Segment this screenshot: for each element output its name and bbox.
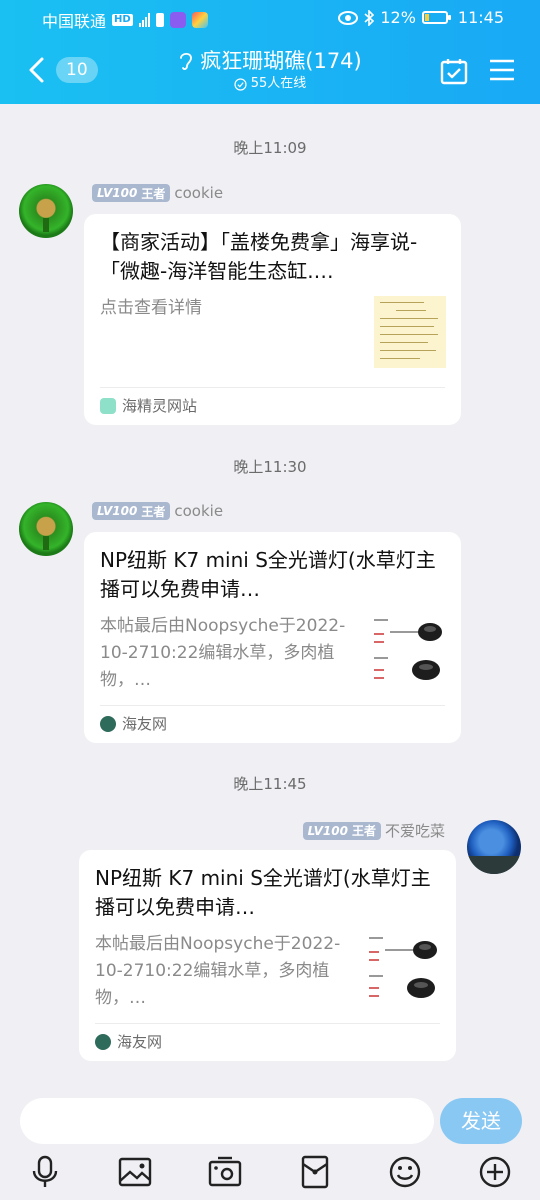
card-title: NP纽斯 K7 mini S全光谱灯(水草灯主播可以免费申请… xyxy=(95,866,431,919)
avatar[interactable] xyxy=(19,502,73,556)
message-timestamp: 晚上11:45 xyxy=(233,775,307,793)
app-notification-icon xyxy=(155,13,164,27)
composer-bar: 发送 xyxy=(0,1088,540,1200)
check-circle-icon xyxy=(234,77,247,91)
chat-header: 中国联通 HD 12% 11:45 10 疯狂珊瑚礁(174) 55人在线 xyxy=(0,0,540,104)
sender-name[interactable]: 不爱吃菜 xyxy=(385,820,445,841)
group-title-area[interactable]: 疯狂珊瑚礁(174) 55人在线 xyxy=(150,48,390,92)
image-icon[interactable] xyxy=(117,1154,153,1190)
battery-icon xyxy=(421,11,451,24)
haiyou-logo-icon xyxy=(100,715,116,732)
unread-count-badge[interactable]: 10 xyxy=(56,57,98,83)
status-bar: 中国联通 HD 12% 11:45 xyxy=(0,0,540,38)
message-timestamp: 晚上11:09 xyxy=(233,139,307,157)
signal-icon xyxy=(138,13,150,27)
level-badge: LV100 王者 xyxy=(92,184,171,202)
message-input[interactable] xyxy=(20,1098,434,1144)
sender-info: LV100 王者 cookie xyxy=(92,184,223,202)
card-divider xyxy=(100,705,445,706)
card-description: 本帖最后由Noopsyche于2022-10-2710:22编辑水草，多肉植物，… xyxy=(95,934,341,1008)
level-label: LV100 xyxy=(307,823,348,838)
source-label: 海精灵网站 xyxy=(122,397,198,415)
emoji-icon[interactable] xyxy=(387,1154,423,1190)
carrier-label: 中国联通 xyxy=(42,12,107,31)
card-description: 点击查看详情 xyxy=(100,298,202,318)
card-source: 海友网 xyxy=(95,1031,162,1052)
level-label: LV100 xyxy=(97,504,138,518)
music-app-icon xyxy=(169,12,186,28)
ear-icon xyxy=(180,52,193,70)
rank-label: 王者 xyxy=(141,504,166,519)
clock: 11:45 xyxy=(457,8,504,27)
card-title: 【商家活动】「盖楼免费拿」海享说-「微趣-海洋智能生态缸.… xyxy=(100,230,418,283)
back-arrow-icon[interactable] xyxy=(26,56,48,84)
sender-name[interactable]: cookie xyxy=(174,502,223,520)
source-label: 海友网 xyxy=(117,1033,163,1051)
avatar[interactable] xyxy=(467,820,521,874)
card-thumbnail xyxy=(365,930,437,1002)
level-badge: LV100 王者 xyxy=(302,821,381,840)
card-divider xyxy=(95,1023,440,1024)
sea-sprite-icon xyxy=(100,397,116,414)
battery-percent: 12% xyxy=(380,8,416,27)
source-label: 海友网 xyxy=(122,715,168,733)
plus-icon[interactable] xyxy=(477,1154,513,1190)
send-button[interactable]: 发送 xyxy=(440,1098,522,1144)
online-count: 55人在线 xyxy=(250,76,307,91)
microphone-icon[interactable] xyxy=(27,1154,63,1190)
card-divider xyxy=(100,387,445,388)
level-badge: LV100 王者 xyxy=(92,502,171,520)
rank-label: 王者 xyxy=(351,824,376,838)
group-title: 疯狂珊瑚礁(174) xyxy=(200,49,362,73)
sender-name[interactable]: cookie xyxy=(174,184,223,202)
calendar-check-icon[interactable] xyxy=(440,57,468,85)
red-packet-icon[interactable] xyxy=(297,1154,333,1190)
card-description: 本帖最后由Noopsyche于2022-10-2710:22编辑水草，多肉植物，… xyxy=(100,616,346,690)
bluetooth-icon xyxy=(364,9,375,26)
haiyou-logo-icon xyxy=(95,1033,111,1050)
card-thumbnail xyxy=(374,296,446,368)
eye-icon xyxy=(338,10,359,25)
sender-info: LV100 王者 不爱吃菜 xyxy=(302,820,445,841)
hd-badge: HD xyxy=(112,14,133,26)
card-source: 海精灵网站 xyxy=(100,395,197,416)
sender-info: LV100 王者 cookie xyxy=(92,502,223,520)
message-timestamp: 晚上11:30 xyxy=(233,458,307,476)
card-source: 海友网 xyxy=(100,713,167,734)
camera-icon[interactable] xyxy=(207,1154,243,1190)
gallery-app-icon xyxy=(191,12,208,28)
link-card[interactable]: NP纽斯 K7 mini S全光谱灯(水草灯主播可以免费申请… 本帖最后由Noo… xyxy=(84,532,461,743)
link-card[interactable]: NP纽斯 K7 mini S全光谱灯(水草灯主播可以免费申请… 本帖最后由Noo… xyxy=(79,850,456,1061)
link-card[interactable]: 【商家活动】「盖楼免费拿」海享说-「微趣-海洋智能生态缸.… 点击查看详情 海精… xyxy=(84,214,461,425)
avatar[interactable] xyxy=(19,184,73,238)
level-label: LV100 xyxy=(97,186,138,200)
card-title: NP纽斯 K7 mini S全光谱灯(水草灯主播可以免费申请… xyxy=(100,548,436,601)
rank-label: 王者 xyxy=(141,186,166,201)
card-thumbnail xyxy=(370,612,442,684)
menu-icon[interactable] xyxy=(489,58,515,82)
